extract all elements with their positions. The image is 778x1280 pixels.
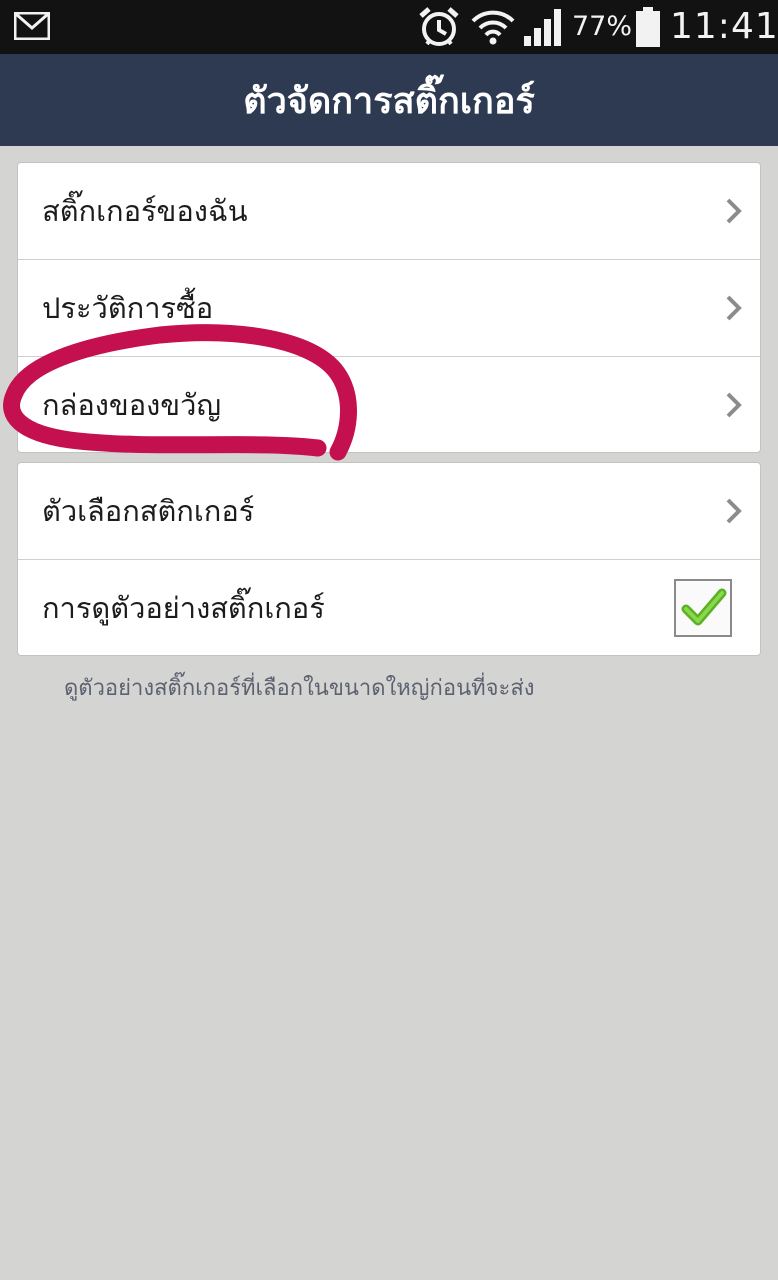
sticker-preview-hint: ดูตัวอย่างสติ๊กเกอร์ที่เลือกในขนาดใหญ่ก่… [64,676,535,701]
sticker-preview-checkbox[interactable] [674,578,732,637]
menu-item-label: กล่องของขวัญ [42,387,222,422]
chevron-right-icon [726,498,742,524]
chevron-right-icon [726,295,742,321]
clock: 11:41 [670,6,778,47]
battery-icon [636,7,660,47]
sticker-settings-group: ตัวเลือกสติกเกอร์ การดูตัวอย่างสติ๊กเกอร… [17,462,761,656]
menu-item-label: สติ๊กเกอร์ของฉัน [42,194,248,228]
title-bar: ตัวจัดการสติ๊กเกอร์ [0,54,778,146]
alarm-icon [419,7,459,46]
gmail-icon [14,12,50,40]
page-title: ตัวจัดการสติ๊กเกอร์ [243,80,535,122]
menu-item-label: ตัวเลือกสติกเกอร์ [42,494,255,528]
menu-item-my-stickers[interactable]: สติ๊กเกอร์ของฉัน [18,163,760,259]
menu-item-purchase-history[interactable]: ประวัติการซื้อ [18,259,760,356]
status-bar: 77% 11:41 [0,0,778,54]
menu-item-label: ประวัติการซื้อ [42,291,214,325]
battery-percent: 77% [572,11,633,42]
chevron-right-icon [726,392,742,417]
menu-item-gift-box[interactable]: กล่องของขวัญ [18,356,760,452]
menu-item-sticker-preview[interactable]: การดูตัวอย่างสติ๊กเกอร์ [18,559,760,655]
signal-icon [524,9,561,46]
chevron-right-icon [726,198,742,224]
checkmark-icon [681,588,727,625]
menu-item-label: การดูตัวอย่างสติ๊กเกอร์ [42,590,325,625]
sticker-menu-group: สติ๊กเกอร์ของฉัน ประวัติการซื้อ กล่องของ… [17,162,761,453]
menu-item-sticker-options[interactable]: ตัวเลือกสติกเกอร์ [18,463,760,559]
wifi-icon [471,10,515,45]
